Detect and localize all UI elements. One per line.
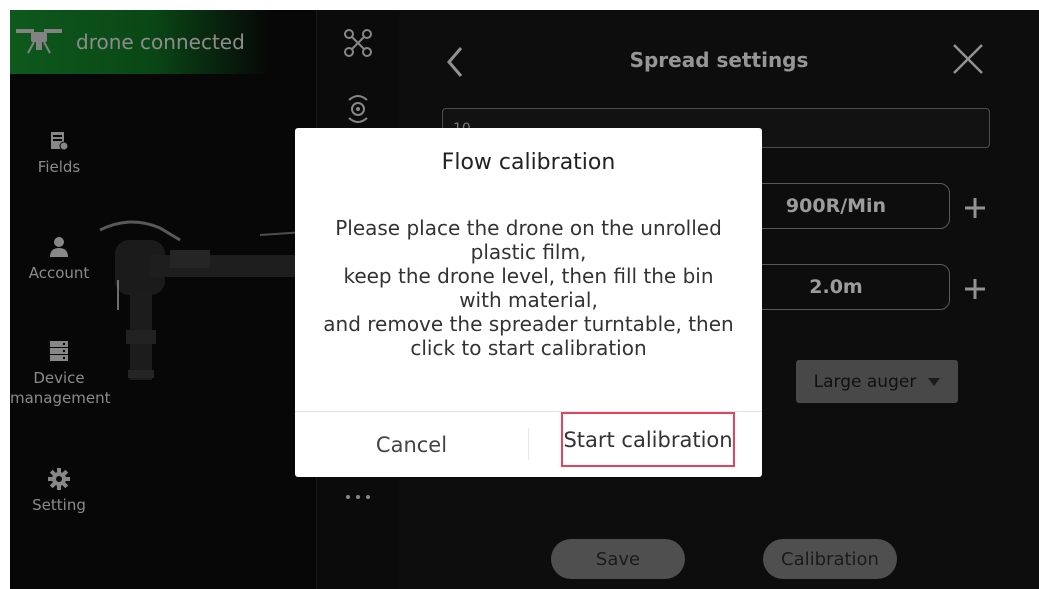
dialog-message-line: click to start calibration [410, 336, 647, 360]
dialog-title: Flow calibration [441, 150, 616, 175]
dialog-message: Please place the drone on the unrolled p… [307, 216, 750, 360]
dialog-message-line: Please place the drone on the unrolled [335, 216, 722, 240]
button-divider [528, 428, 529, 460]
cancel-button[interactable]: Cancel [295, 412, 528, 477]
dialog-message-line: and remove the spreader turntable, then [323, 312, 734, 336]
dialog-message-line: plastic film, [470, 240, 587, 264]
flow-calibration-dialog: Flow calibration Please place the drone … [295, 128, 762, 477]
dialog-message-line: with material, [459, 288, 598, 312]
start-calibration-button[interactable]: Start calibration [561, 412, 735, 467]
dialog-message-line: keep the drone level, then fill the bin [343, 264, 714, 288]
app-screen: drone connected Fields Account Device ma… [10, 10, 1039, 589]
